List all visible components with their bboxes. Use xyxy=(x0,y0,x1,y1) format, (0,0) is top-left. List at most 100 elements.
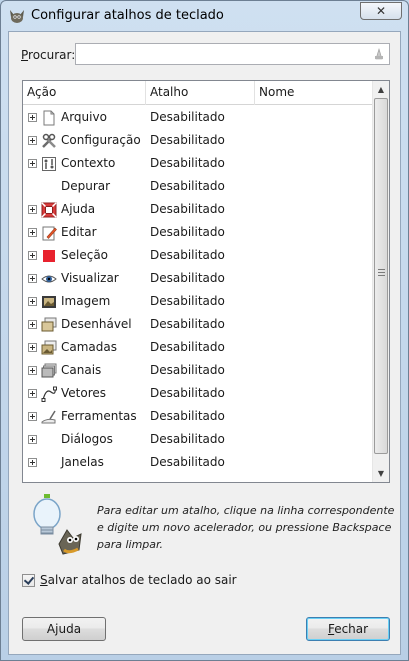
tree-row-imagem[interactable]: Imagem Desabilitado xyxy=(23,290,373,313)
tree-row-vetores[interactable]: Vetores Desabilitado xyxy=(23,382,373,405)
wilber-lightbulb-icon xyxy=(33,494,82,555)
file-icon xyxy=(43,110,55,126)
row-shortcut: Desabilitado xyxy=(150,248,225,262)
row-label: Visualizar xyxy=(61,271,119,285)
channels-icon xyxy=(41,363,57,378)
row-shortcut: Desabilitado xyxy=(150,455,225,469)
tree-row-contexto[interactable]: Contexto Desabilitado xyxy=(23,152,373,175)
tree-rows: Arquivo Desabilitado Configuração Desabi… xyxy=(23,106,373,474)
row-label: Vetores xyxy=(61,386,107,400)
tools-config-icon xyxy=(42,133,56,148)
title-bar[interactable]: Configurar atalhos de teclado ✕ xyxy=(1,1,408,31)
row-shortcut: Desabilitado xyxy=(150,110,225,124)
tree-row-desenhavel[interactable]: Desenhável Desabilitado xyxy=(23,313,373,336)
expander-icon[interactable] xyxy=(28,458,37,467)
row-label: Janelas xyxy=(61,455,104,469)
row-label: Editar xyxy=(61,225,97,239)
save-on-exit-label: Salvar atalhos de teclado ao sair xyxy=(40,573,237,587)
checkbox-checked-icon[interactable] xyxy=(22,573,35,587)
scroll-up-arrow-icon[interactable]: ▲ xyxy=(373,81,389,98)
tree-row-janelas[interactable]: Janelas Desabilitado xyxy=(23,451,373,474)
grip-icon xyxy=(378,269,385,276)
row-shortcut: Desabilitado xyxy=(150,133,225,147)
expander-icon[interactable] xyxy=(28,343,37,352)
eye-icon xyxy=(41,275,57,283)
help-button[interactable]: Ajuda xyxy=(22,617,106,641)
image-icon xyxy=(42,296,56,308)
tree-row-ajuda[interactable]: Ajuda Desabilitado xyxy=(23,198,373,221)
tree-row-dialogos[interactable]: Diálogos Desabilitado xyxy=(23,428,373,451)
dialog-window: Configurar atalhos de teclado ✕ Procurar… xyxy=(0,0,409,661)
tree-row-ferramentas[interactable]: Ferramentas Desabilitado xyxy=(23,405,373,428)
expander-icon[interactable] xyxy=(28,159,37,168)
save-on-exit-checkbox[interactable]: Salvar atalhos de teclado ao sair xyxy=(22,573,237,587)
row-shortcut: Desabilitado xyxy=(150,386,225,400)
dialog-content: Procurar: Ação Atalho Nome Arquivo Desab… xyxy=(8,31,401,655)
row-label: Desenhável xyxy=(61,317,132,331)
search-input[interactable] xyxy=(75,43,390,65)
row-shortcut: Desabilitado xyxy=(150,294,225,308)
expander-icon[interactable] xyxy=(28,435,37,444)
drawable-icon xyxy=(41,317,57,332)
row-label: Diálogos xyxy=(61,432,113,446)
expander-icon[interactable] xyxy=(28,205,37,214)
expander-icon[interactable] xyxy=(28,320,37,329)
search-label: Procurar: xyxy=(21,48,76,62)
expander-icon[interactable] xyxy=(28,297,37,306)
selection-icon xyxy=(43,250,55,262)
scroll-down-arrow-icon[interactable]: ▼ xyxy=(373,465,389,482)
row-shortcut: Desabilitado xyxy=(150,156,225,170)
expander-icon[interactable] xyxy=(28,366,37,375)
row-label: Configuração xyxy=(61,133,141,147)
row-shortcut: Desabilitado xyxy=(150,363,225,377)
row-label: Ajuda xyxy=(61,202,96,216)
expander-icon[interactable] xyxy=(28,228,37,237)
context-icon xyxy=(42,157,56,171)
tree-header: Ação Atalho Nome xyxy=(23,81,373,105)
row-shortcut: Desabilitado xyxy=(150,317,225,331)
expander-icon[interactable] xyxy=(28,113,37,122)
row-label: Depurar xyxy=(61,179,111,193)
row-label: Contexto xyxy=(61,156,116,170)
column-header-shortcut[interactable]: Atalho xyxy=(146,81,255,105)
row-shortcut: Desabilitado xyxy=(150,179,225,193)
row-shortcut: Desabilitado xyxy=(150,432,225,446)
vertical-scrollbar[interactable]: ▲ ▼ xyxy=(372,81,389,482)
expander-icon[interactable] xyxy=(28,412,37,421)
close-icon: ✕ xyxy=(375,4,387,18)
row-label: Seleção xyxy=(61,248,109,262)
row-label: Arquivo xyxy=(61,110,107,124)
edit-icon xyxy=(42,226,57,241)
gimp-wilber-icon xyxy=(10,10,24,23)
window-close-button[interactable]: ✕ xyxy=(360,2,402,20)
close-button[interactable]: Fechar xyxy=(306,617,390,641)
tree-row-configuracao[interactable]: Configuração Desabilitado xyxy=(23,129,373,152)
column-header-name[interactable]: Nome xyxy=(255,81,373,105)
layers-icon xyxy=(41,340,57,355)
hint-text: Para editar um atalho, clique na linha c… xyxy=(97,504,395,551)
column-header-action[interactable]: Ação xyxy=(23,81,146,105)
tree-row-canais[interactable]: Canais Desabilitado xyxy=(23,359,373,382)
row-shortcut: Desabilitado xyxy=(150,340,225,354)
row-shortcut: Desabilitado xyxy=(150,409,225,423)
row-shortcut: Desabilitado xyxy=(150,271,225,285)
help-lifebuoy-icon xyxy=(41,202,57,218)
clear-search-icon[interactable] xyxy=(372,47,386,61)
expander-icon[interactable] xyxy=(28,251,37,260)
expander-icon[interactable] xyxy=(28,389,37,398)
paths-icon xyxy=(41,386,57,402)
tree-row-visualizar[interactable]: Visualizar Desabilitado xyxy=(23,267,373,290)
scroll-thumb[interactable] xyxy=(374,98,388,454)
shortcuts-tree[interactable]: Ação Atalho Nome Arquivo Desabilitado Co… xyxy=(22,80,390,483)
tree-row-selecao[interactable]: Seleção Desabilitado xyxy=(23,244,373,267)
expander-icon[interactable] xyxy=(28,274,37,283)
window-title: Configurar atalhos de teclado xyxy=(31,8,224,23)
expander-icon[interactable] xyxy=(28,136,37,145)
tree-row-arquivo[interactable]: Arquivo Desabilitado xyxy=(23,106,373,129)
tree-row-camadas[interactable]: Camadas Desabilitado xyxy=(23,336,373,359)
row-label: Canais xyxy=(61,363,102,377)
tree-row-editar[interactable]: Editar Desabilitado xyxy=(23,221,373,244)
row-shortcut: Desabilitado xyxy=(150,202,225,216)
tree-row-depurar[interactable]: Depurar Desabilitado xyxy=(23,175,373,198)
row-shortcut: Desabilitado xyxy=(150,225,225,239)
